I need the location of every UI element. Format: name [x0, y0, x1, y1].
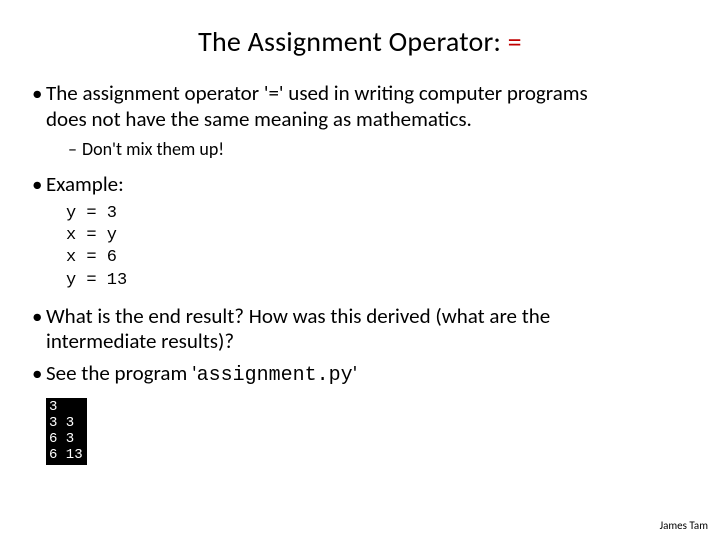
- bullet-list: The assignment operator '=' used in writ…: [28, 81, 692, 197]
- title-accent: =: [508, 24, 522, 59]
- bullet-4-post: ': [353, 360, 358, 386]
- footer-author: James Tam: [660, 519, 708, 532]
- sub-bullet-1: Don't mix them up!: [68, 138, 692, 161]
- slide-title: The Assignment Operator: =: [28, 24, 692, 59]
- bullet-list-2: What is the end result? How was this der…: [28, 304, 692, 389]
- bullet-1: The assignment operator '=' used in writ…: [32, 81, 692, 162]
- bullet-3-line1: What is the end result? How was this der…: [46, 303, 550, 329]
- bullet-4: See the program 'assignment.py': [32, 361, 692, 388]
- bullet-3-line2: intermediate results)?: [46, 328, 234, 354]
- bullet-4-pre: See the program ': [46, 360, 197, 386]
- bullet-1-line1: The assignment operator '=' used in writ…: [46, 80, 588, 106]
- sub-list-1: Don't mix them up!: [46, 138, 692, 161]
- bullet-3: What is the end result? How was this der…: [32, 304, 692, 355]
- code-example: y = 3 x = y x = 6 y = 13: [66, 203, 692, 291]
- bullet-2: Example:: [32, 172, 692, 198]
- slide: The Assignment Operator: = The assignmen…: [0, 0, 720, 540]
- title-text: The Assignment Operator:: [198, 24, 507, 59]
- bullet-1-line2: does not have the same meaning as mathem…: [46, 106, 472, 132]
- bullet-4-code: assignment.py: [197, 364, 353, 387]
- terminal-output: 3 3 3 6 3 6 13: [46, 398, 87, 464]
